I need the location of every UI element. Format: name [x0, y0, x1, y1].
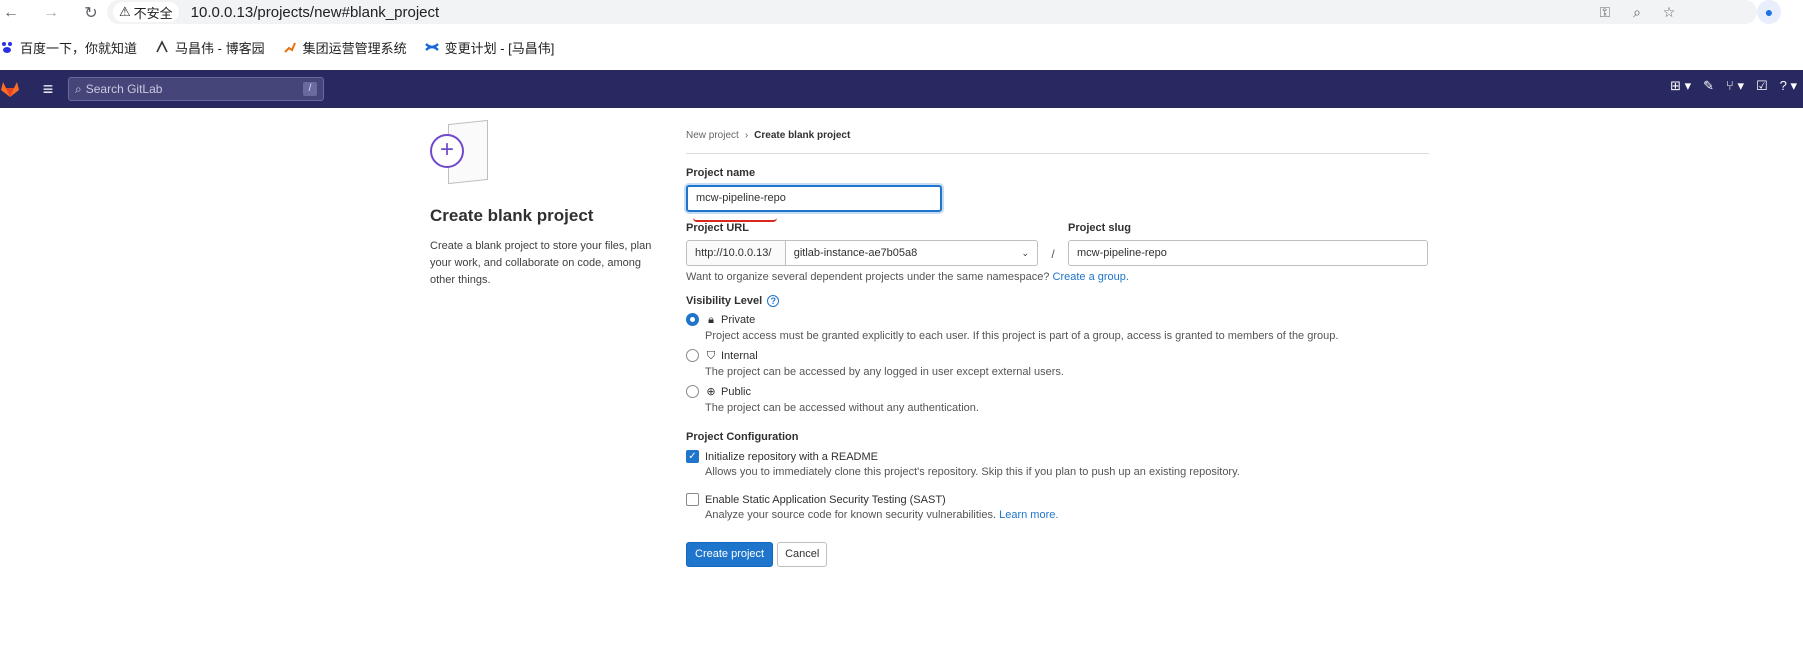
private-label: Private: [721, 314, 756, 326]
gitlab-header: ≡ ⌕ Search GitLab / ⊞ ▾ ✎ ⑂ ▾ ☑ ? ▾: [0, 70, 1803, 108]
breadcrumb: New project › Create blank project: [686, 130, 1429, 154]
visibility-level-label: Visibility Level ?: [686, 295, 1429, 307]
cancel-button[interactable]: Cancel: [777, 542, 828, 567]
merge-requests-icon[interactable]: ⑂ ▾: [1726, 78, 1744, 94]
create-project-button[interactable]: Create project: [686, 542, 774, 567]
url-slash: /: [1051, 247, 1055, 261]
url-text[interactable]: 10.0.0.13/projects/new#blank_project: [191, 4, 440, 21]
internal-description: The project can be accessed by any logge…: [705, 366, 1064, 378]
search-icon: ⌕: [75, 81, 82, 96]
issues-icon[interactable]: ✎: [1703, 78, 1714, 94]
visibility-option-private[interactable]: 🔒︎ Private Project access must be grante…: [686, 313, 1429, 343]
page-description: Create a blank project to store your fil…: [430, 240, 652, 286]
readme-option[interactable]: ✓ Initialize repository with a README Al…: [686, 450, 1429, 479]
bookmark-label: 变更计划 - [马昌伟]: [444, 40, 555, 56]
insecure-label: 不安全: [133, 5, 173, 21]
project-configuration-label: Project Configuration: [686, 431, 799, 443]
sast-description-row: Analyze your source code for known secur…: [705, 509, 1429, 522]
private-description: Project access must be granted explicitl…: [705, 330, 1339, 342]
create-new-icon[interactable]: ⊞ ▾: [1670, 78, 1691, 94]
sast-label: Enable Static Application Security Testi…: [705, 494, 946, 506]
help-icon[interactable]: ? ▾: [1780, 78, 1797, 94]
left-panel: + Create blank project Create a blank pr…: [430, 119, 660, 289]
bookmark-cnblogs[interactable]: 马昌伟 - 博客园: [155, 38, 265, 57]
reload-icon[interactable]: ↻: [80, 2, 102, 24]
url-prefix: http://10.0.0.13/: [686, 240, 785, 266]
search-shortcut-badge: /: [303, 82, 317, 96]
public-radio[interactable]: [686, 385, 699, 398]
internal-radio[interactable]: [686, 349, 699, 362]
project-url-label: Project URL: [686, 222, 749, 234]
new-project-form: New project › Create blank project Proje…: [686, 130, 1429, 567]
bookmark-ops[interactable]: 集团运营管理系统: [283, 38, 407, 57]
cnblogs-icon: [156, 40, 168, 53]
project-url-group: http://10.0.0.13/ gitlab-instance-ae7b05…: [686, 240, 1038, 266]
bookmark-label: 马昌伟 - 博客园: [175, 40, 265, 56]
back-arrow-icon[interactable]: ←: [0, 2, 22, 24]
bookmark-label: 集团运营管理系统: [302, 40, 407, 56]
search-placeholder: Search GitLab: [85, 82, 163, 96]
visibility-option-internal[interactable]: ⛉ Internal The project can be accessed b…: [686, 349, 1429, 379]
namespace-select[interactable]: gitlab-instance-ae7b05a8 ⌄: [784, 240, 1038, 266]
visibility-label-text: Visibility Level: [686, 295, 763, 307]
chevron-right-icon: ›: [744, 130, 749, 141]
create-group-link[interactable]: Create a group.: [1053, 271, 1129, 283]
project-name-label: Project name: [686, 167, 756, 179]
form-actions: Create project Cancel: [686, 542, 1429, 567]
readme-description: Allows you to immediately clone this pro…: [705, 466, 1240, 478]
internal-label: Internal: [721, 350, 758, 362]
namespace-value: gitlab-instance-ae7b05a8: [793, 247, 918, 259]
question-circle-icon[interactable]: ?: [767, 295, 780, 307]
readme-label: Initialize repository with a README: [705, 451, 879, 463]
project-name-input[interactable]: mcw-pipeline-repo: [686, 185, 942, 212]
browser-toolbar: ← → ↻ ⚠ 不安全 10.0.0.13/projects/new#blank…: [0, 0, 1803, 25]
sast-checkbox[interactable]: [686, 493, 699, 506]
globe-icon: ⊕: [706, 386, 716, 398]
project-slug-label: Project slug: [1068, 222, 1131, 234]
sast-description: Analyze your source code for known secur…: [705, 509, 997, 521]
security-chip[interactable]: ⚠ 不安全: [113, 2, 179, 22]
todos-icon[interactable]: ☑: [1756, 78, 1768, 94]
address-bar[interactable]: ⚠ 不安全 10.0.0.13/projects/new#blank_proje…: [107, 0, 1757, 24]
page-title: Create blank project: [430, 206, 594, 225]
star-icon[interactable]: ☆: [1659, 2, 1679, 22]
sast-option[interactable]: Enable Static Application Security Testi…: [686, 493, 1429, 522]
zoom-icon[interactable]: ⌕: [1627, 2, 1647, 22]
learn-more-link[interactable]: Learn more.: [999, 509, 1058, 521]
breadcrumb-current: Create blank project: [754, 130, 851, 141]
public-description: The project can be accessed without any …: [705, 402, 979, 414]
ops-icon: [283, 42, 296, 53]
lock-icon: 🔒︎: [708, 314, 714, 326]
red-annotation-underline: [693, 218, 777, 222]
warning-icon: ⚠: [119, 4, 131, 19]
confluence-icon: [424, 43, 439, 51]
gitlab-logo-icon[interactable]: [0, 79, 20, 99]
menu-icon[interactable]: ≡: [38, 79, 58, 100]
namespace-help: Want to organize several dependent proje…: [686, 271, 1429, 283]
private-radio[interactable]: [686, 313, 699, 326]
project-slug-input[interactable]: mcw-pipeline-repo: [1068, 240, 1428, 266]
bookmarks-bar: 百度一下，你就知道 马昌伟 - 博客园 集团运营管理系统 变更计划 - [马昌伟…: [0, 25, 1803, 69]
key-icon[interactable]: ⚿: [1595, 2, 1615, 22]
visibility-option-public[interactable]: ⊕ Public The project can be accessed wit…: [686, 385, 1429, 415]
profile-avatar-icon[interactable]: ●: [1757, 0, 1781, 24]
forward-arrow-icon[interactable]: →: [40, 2, 62, 24]
bookmark-baidu[interactable]: 百度一下，你就知道: [0, 38, 137, 57]
shield-icon: ⛉: [706, 350, 716, 362]
search-input[interactable]: ⌕ Search GitLab /: [68, 77, 324, 101]
breadcrumb-new-project[interactable]: New project: [686, 130, 739, 141]
chevron-down-icon: ⌄: [1021, 248, 1029, 258]
blank-project-illustration-icon: +: [430, 119, 500, 190]
baidu-icon: [2, 42, 12, 53]
bookmark-label: 百度一下，你就知道: [20, 40, 138, 56]
bookmark-confluence[interactable]: 变更计划 - [马昌伟]: [424, 38, 555, 57]
public-label: Public: [721, 386, 751, 398]
readme-checkbox[interactable]: ✓: [686, 450, 699, 463]
namespace-help-text: Want to organize several dependent proje…: [686, 271, 1050, 283]
